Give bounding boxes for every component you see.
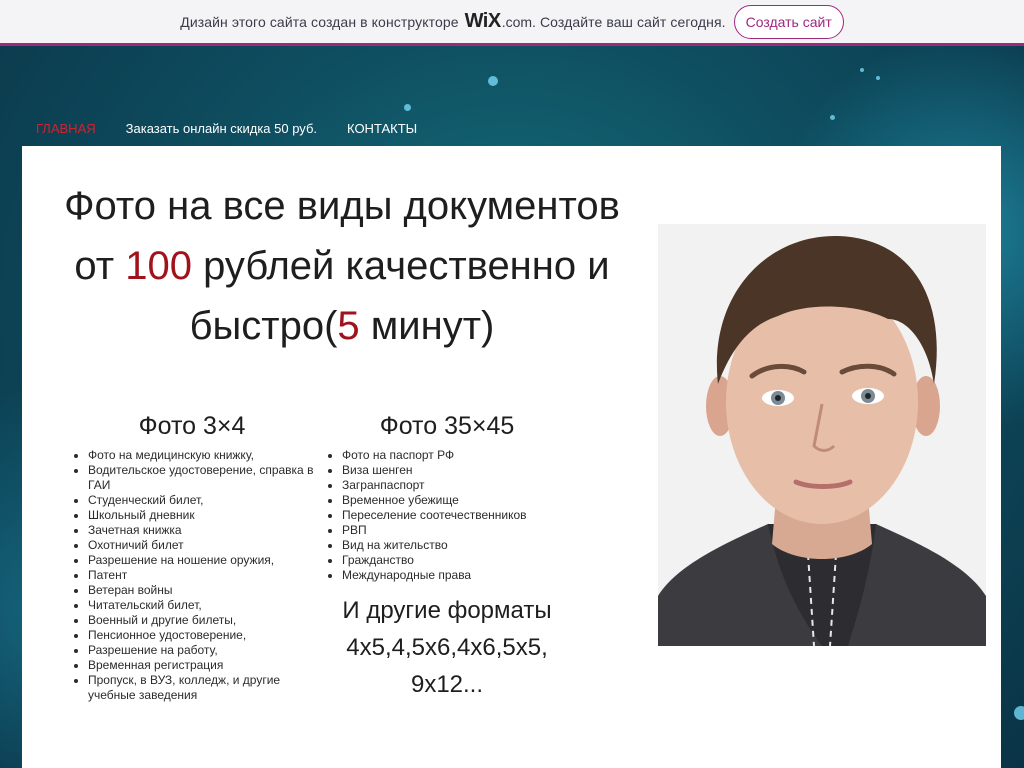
bokeh-dot xyxy=(876,76,880,80)
format-3x4-list: Фото на медицинскую книжку,Водительское … xyxy=(68,448,328,703)
portrait-photo-icon xyxy=(658,224,986,646)
bokeh-dot xyxy=(1014,706,1024,720)
list-item: Студенческий билет, xyxy=(88,493,328,508)
bokeh-dot xyxy=(830,115,835,120)
headline-text: быстро( xyxy=(189,304,338,348)
list-item: Загранпаспорт xyxy=(342,478,582,493)
list-item: Читательский билет, xyxy=(88,598,328,613)
list-item: Патент xyxy=(88,568,328,583)
portrait-photo xyxy=(658,224,986,646)
headline-text: минут) xyxy=(359,304,495,348)
headline-line-3: быстро(5 минут) xyxy=(32,296,652,356)
format-35x45-title: Фото 35×45 xyxy=(379,412,515,440)
format-3x4-title: Фото 3×4 xyxy=(138,412,246,440)
list-item: Пропуск, в ВУЗ, колледж, и другие учебны… xyxy=(88,673,328,703)
other-formats-line-1: И другие форматы xyxy=(342,597,552,624)
headline-line-1: Фото на все виды документов xyxy=(64,184,620,228)
headline-line-2: от 100 рублей качественно и xyxy=(32,236,652,296)
format-35x45-list: Фото на паспорт РФВиза шенгенЗагранпаспо… xyxy=(322,448,582,583)
list-item: Фото на медицинскую книжку, xyxy=(88,448,328,463)
main-nav: ГЛАВНАЯ Заказать онлайн скидка 50 руб. К… xyxy=(36,121,447,136)
list-item: Военный и другие билеты, xyxy=(88,613,328,628)
list-item: РВП xyxy=(342,523,582,538)
bokeh-dot xyxy=(488,76,498,86)
banner-text-before: Дизайн этого сайта создан в конструкторе xyxy=(180,13,459,30)
list-item: Вид на жительство xyxy=(342,538,582,553)
list-item: Переселение соотечественников xyxy=(342,508,582,523)
wix-logo-suffix: .com. xyxy=(501,13,536,30)
list-item: Разрешение на работу, xyxy=(88,643,328,658)
list-item: Международные права xyxy=(342,568,582,583)
other-formats: И другие форматы 4х5,4,5х6,4х6,5х5, 9х12… xyxy=(327,592,567,703)
list-item: Разрешение на ношение оружия, xyxy=(88,553,328,568)
list-item: Зачетная книжка xyxy=(88,523,328,538)
wix-promo-banner: Дизайн этого сайта создан в конструкторе… xyxy=(0,0,1024,46)
list-item: Временное убежище xyxy=(342,493,582,508)
nav-item-home[interactable]: ГЛАВНАЯ xyxy=(36,121,96,136)
list-item: Ветеран войны xyxy=(88,583,328,598)
headline-minutes: 5 xyxy=(337,304,360,348)
nav-item-order-online[interactable]: Заказать онлайн скидка 50 руб. xyxy=(126,121,317,136)
other-formats-line-3: 9х12... xyxy=(410,671,484,698)
headline-text: от xyxy=(74,244,126,288)
list-item: Школьный дневник xyxy=(88,508,328,523)
list-item: Временная регистрация xyxy=(88,658,328,673)
content-panel: Фото на все виды документов от 100 рубле… xyxy=(22,146,1001,768)
headline-text: рублей качественно и xyxy=(191,244,610,288)
list-item: Водительское удостоверение, справка в ГА… xyxy=(88,463,328,493)
list-item: Фото на паспорт РФ xyxy=(342,448,582,463)
create-site-button[interactable]: Создать сайт xyxy=(733,4,844,39)
bokeh-dot xyxy=(860,68,864,72)
list-item: Пенсионное удостоверение, xyxy=(88,628,328,643)
page-headline: Фото на все виды документов от 100 рубле… xyxy=(32,176,652,356)
list-item: Гражданство xyxy=(342,553,582,568)
bokeh-dot xyxy=(404,104,411,111)
wix-logo[interactable]: WiX xyxy=(465,10,502,33)
list-item: Виза шенген xyxy=(342,463,582,478)
list-item: Охотничий билет xyxy=(88,538,328,553)
banner-text-after: Создайте ваш сайт сегодня. xyxy=(539,13,726,30)
nav-item-contacts[interactable]: КОНТАКТЫ xyxy=(347,121,417,136)
other-formats-line-2: 4х5,4,5х6,4х6,5х5, xyxy=(346,634,548,661)
headline-price: 100 xyxy=(125,244,192,288)
